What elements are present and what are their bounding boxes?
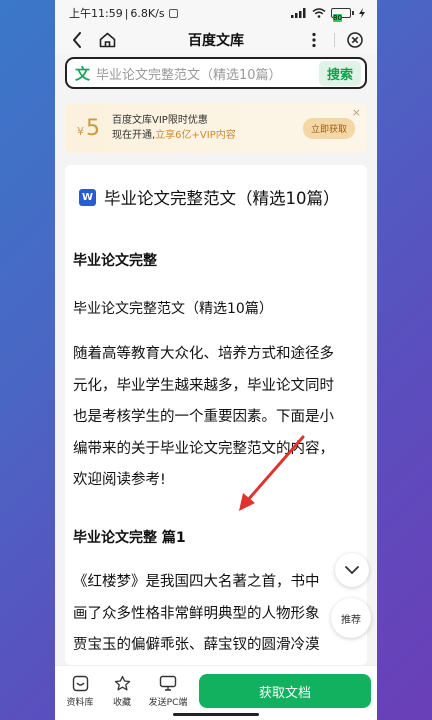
document-title: 毕业论文完整范文（精选10篇） (104, 189, 340, 208)
get-document-button[interactable]: 获取文档 (199, 674, 371, 708)
scroll-down-button[interactable] (335, 553, 369, 587)
close-icon[interactable]: × (352, 106, 361, 119)
status-bar: 上午11:59 | 6.8K/s 80 (55, 0, 377, 26)
document-subtitle: 毕业论文完整范文（精选10篇） (73, 301, 273, 317)
send-to-pc-button[interactable]: 发送PC端 (143, 675, 193, 708)
vip-subtitle: 现在开通,立享6亿+VIP内容 (112, 130, 236, 141)
document-title-row: W 毕业论文完整范文（精选10篇） (79, 185, 340, 209)
monitor-icon (159, 675, 177, 691)
section-heading: 毕业论文完整 篇1 (73, 530, 186, 546)
more-button[interactable] (302, 28, 326, 52)
phone-screen: 上午11:59 | 6.8K/s 80 百度文库 文 毕业论文完整范文（精选10… (55, 0, 377, 720)
home-icon (99, 32, 115, 48)
home-indicator (173, 713, 259, 716)
notification-icon (168, 8, 178, 18)
bottom-toolbar: 资料库 收藏 发送PC端 获取文档 (55, 665, 377, 720)
search-button[interactable]: 搜索 (318, 60, 361, 86)
close-button[interactable] (343, 28, 367, 52)
back-button[interactable] (65, 28, 89, 52)
nav-bar: 百度文库 (55, 26, 377, 54)
status-time: 上午11:59 (69, 7, 123, 20)
vip-get-button[interactable]: 立即获取 (302, 117, 355, 139)
battery-icon: 80 (331, 8, 354, 22)
document-preview[interactable]: W 毕业论文完整范文（精选10篇） 毕业论文完整 毕业论文完整范文（精选10篇）… (65, 165, 367, 665)
star-icon (114, 675, 130, 691)
charging-icon (359, 8, 365, 18)
network-speed: 6.8K/s (130, 6, 165, 20)
document-paragraph-2: 《红楼梦》是我国四大名著之首，书中 画了众多性格非常鲜明典型的人物形象 贾宝玉的… (73, 574, 320, 653)
document-heading: 毕业论文完整 (73, 253, 157, 269)
search-bar[interactable]: 文 毕业论文完整范文（精选10篇） 搜索 (65, 57, 367, 89)
library-button[interactable]: 资料库 (59, 675, 101, 708)
wifi-icon (312, 8, 326, 18)
word-doc-icon: W (79, 188, 96, 206)
library-icon (72, 675, 88, 692)
recommend-button[interactable]: 推荐 (331, 598, 371, 638)
signal-icon (291, 8, 306, 18)
home-button[interactable] (95, 28, 119, 52)
vip-promo-banner[interactable]: ¥ 5 百度文库VIP限时优惠 现在开通,立享6亿+VIP内容 立即获取 × (65, 103, 367, 153)
more-vertical-icon (312, 32, 316, 48)
favorite-button[interactable]: 收藏 (101, 675, 143, 708)
chevron-down-icon (345, 565, 359, 574)
nav-divider (334, 33, 335, 47)
search-input[interactable]: 毕业论文完整范文（精选10篇） (96, 64, 319, 83)
document-paragraph: 随着高等教育大众化、培养方式和途径多 元化，毕业学生越来越多，毕业论文同时 也是… (73, 346, 334, 488)
wenku-logo-icon: 文 (75, 64, 91, 83)
vip-title: 百度文库VIP限时优惠 (112, 115, 208, 126)
chevron-left-icon (73, 32, 81, 48)
close-circle-icon (347, 32, 363, 48)
vip-price: ¥ 5 (77, 115, 100, 141)
